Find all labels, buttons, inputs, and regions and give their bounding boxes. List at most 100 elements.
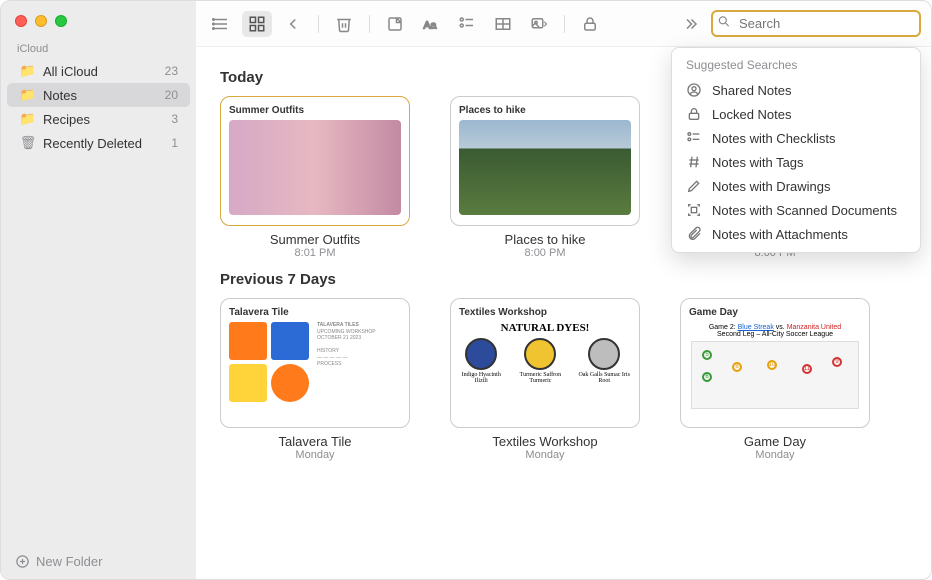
note-thumbnail-summer-outfits[interactable]: Summer Outfits <box>220 96 410 226</box>
close-window-button[interactable] <box>15 15 27 27</box>
note-thumbnail-talavera[interactable]: Talavera Tile TALAVERA TILES UPCOMING WO… <box>220 298 410 428</box>
card-time: 8:01 PM <box>220 247 410 259</box>
back-button[interactable] <box>278 11 308 37</box>
grid-prev7: Talavera Tile TALAVERA TILES UPCOMING WO… <box>220 298 907 461</box>
folder-icon: 📁 <box>19 87 37 103</box>
suggestion-label: Notes with Scanned Documents <box>712 203 897 218</box>
card-time: Monday <box>680 449 870 461</box>
suggestion-label: Notes with Tags <box>712 155 804 170</box>
suggestion-label: Notes with Checklists <box>712 131 836 146</box>
delete-button[interactable] <box>329 11 359 37</box>
note-thumbnail-textiles[interactable]: Textiles Workshop NATURAL DYES! Indigo H… <box>450 298 640 428</box>
swatch-label: Indigo Hyacinth Iliztli <box>459 372 503 384</box>
thumb-image: NATURAL DYES! Indigo Hyacinth Iliztli Tu… <box>459 322 631 384</box>
note-card: Textiles Workshop NATURAL DYES! Indigo H… <box>450 298 640 461</box>
sidebar-item-label: Recently Deleted <box>43 136 171 151</box>
sidebar-item-label: Notes <box>43 88 165 103</box>
checklist-icon <box>686 130 702 146</box>
card-time: 8:00 PM <box>450 247 640 259</box>
folder-icon: 📁 <box>19 63 37 79</box>
format-button[interactable]: Aa <box>416 11 446 37</box>
sidebar-item-all-icloud[interactable]: 📁 All iCloud 23 <box>7 59 190 83</box>
suggestion-label: Notes with Drawings <box>712 179 831 194</box>
scan-icon <box>686 202 702 218</box>
card-time: Monday <box>220 449 410 461</box>
card-title: Textiles Workshop <box>450 434 640 449</box>
table-button[interactable] <box>488 11 518 37</box>
search-input[interactable] <box>711 10 921 37</box>
more-button[interactable] <box>675 11 705 37</box>
fullscreen-window-button[interactable] <box>55 15 67 27</box>
toolbar-divider <box>318 15 319 33</box>
thumb-image <box>229 120 401 215</box>
thumb-title: Talavera Tile <box>229 307 401 318</box>
new-note-button[interactable] <box>380 11 410 37</box>
gd-text: Game 2: <box>709 324 736 331</box>
sidebar-item-count: 3 <box>171 112 178 126</box>
person-circle-icon <box>686 82 702 98</box>
thumb-image: Game 2: Blue Streak vs. Manzanita United… <box>689 322 861 411</box>
thumb-title: Textiles Workshop <box>459 307 631 318</box>
suggestion-tags[interactable]: Notes with Tags <box>672 150 920 174</box>
swatch-label: Turmeric Saffron Turmeric <box>513 372 567 384</box>
suggestion-scanned[interactable]: Notes with Scanned Documents <box>672 198 920 222</box>
lock-button[interactable] <box>575 11 605 37</box>
paperclip-icon <box>686 226 702 242</box>
plus-circle-icon <box>15 554 30 569</box>
new-folder-button[interactable]: New Folder <box>1 544 196 579</box>
suggestion-label: Locked Notes <box>712 107 792 122</box>
checklist-button[interactable] <box>452 11 482 37</box>
list-view-button[interactable] <box>206 11 236 37</box>
sidebar-item-notes[interactable]: 📁 Notes 20 <box>7 83 190 107</box>
search-icon <box>717 14 731 33</box>
card-title: Talavera Tile <box>220 434 410 449</box>
section-title-prev7: Previous 7 Days <box>220 271 907 288</box>
hash-icon <box>686 154 702 170</box>
sidebar-item-label: Recipes <box>43 112 171 127</box>
sidebar: iCloud 📁 All iCloud 23 📁 Notes 20 📁 Reci… <box>1 1 196 579</box>
talavera-sub: PROCESS <box>317 361 401 368</box>
suggestion-label: Shared Notes <box>712 83 792 98</box>
gallery-view-button[interactable] <box>242 11 272 37</box>
toolbar-divider <box>369 15 370 33</box>
new-folder-label: New Folder <box>36 554 102 569</box>
window-controls <box>1 1 196 35</box>
note-thumbnail-places-to-hike[interactable]: Places to hike <box>450 96 640 226</box>
media-button[interactable] <box>524 11 554 37</box>
minimize-window-button[interactable] <box>35 15 47 27</box>
note-thumbnail-game-day[interactable]: Game Day Game 2: Blue Streak vs. Manzani… <box>680 298 870 428</box>
note-card: Places to hike Places to hike 8:00 PM <box>450 96 640 259</box>
sidebar-item-recently-deleted[interactable]: 🗑 Recently Deleted 1 <box>7 131 190 155</box>
suggestion-shared-notes[interactable]: Shared Notes <box>672 78 920 102</box>
suggestion-drawings[interactable]: Notes with Drawings <box>672 174 920 198</box>
card-title: Game Day <box>680 434 870 449</box>
suggestion-attachments[interactable]: Notes with Attachments <box>672 222 920 246</box>
sidebar-section-header: iCloud <box>1 35 196 59</box>
trash-icon: 🗑 <box>19 135 37 151</box>
sidebar-item-count: 23 <box>165 64 178 78</box>
thumb-title: Places to hike <box>459 105 631 116</box>
suggestion-checklists[interactable]: Notes with Checklists <box>672 126 920 150</box>
gd-text: vs. <box>776 324 785 331</box>
toolbar-divider <box>564 15 565 33</box>
folder-icon: 📁 <box>19 111 37 127</box>
sidebar-item-count: 20 <box>165 88 178 102</box>
sidebar-item-count: 1 <box>171 136 178 150</box>
suggestions-header: Suggested Searches <box>672 54 920 78</box>
note-card: Game Day Game 2: Blue Streak vs. Manzani… <box>680 298 870 461</box>
textiles-heading: NATURAL DYES! <box>501 322 590 334</box>
note-card: Summer Outfits Summer Outfits 8:01 PM <box>220 96 410 259</box>
card-title: Summer Outfits <box>220 232 410 247</box>
note-card: Talavera Tile TALAVERA TILES UPCOMING WO… <box>220 298 410 461</box>
search-field[interactable] <box>711 10 921 37</box>
svg-text:Aa: Aa <box>424 19 437 31</box>
gd-text: Second Leg – All-City Soccer League <box>691 331 859 338</box>
thumb-title: Game Day <box>689 307 861 318</box>
pencil-icon <box>686 178 702 194</box>
sidebar-item-recipes[interactable]: 📁 Recipes 3 <box>7 107 190 131</box>
sidebar-item-label: All iCloud <box>43 64 165 79</box>
thumb-title: Summer Outfits <box>229 105 401 116</box>
swatch-label: Oak Galls Sumac Iris Root <box>577 372 631 384</box>
suggestion-locked-notes[interactable]: Locked Notes <box>672 102 920 126</box>
search-suggestions-popover: Suggested Searches Shared Notes Locked N… <box>671 47 921 253</box>
